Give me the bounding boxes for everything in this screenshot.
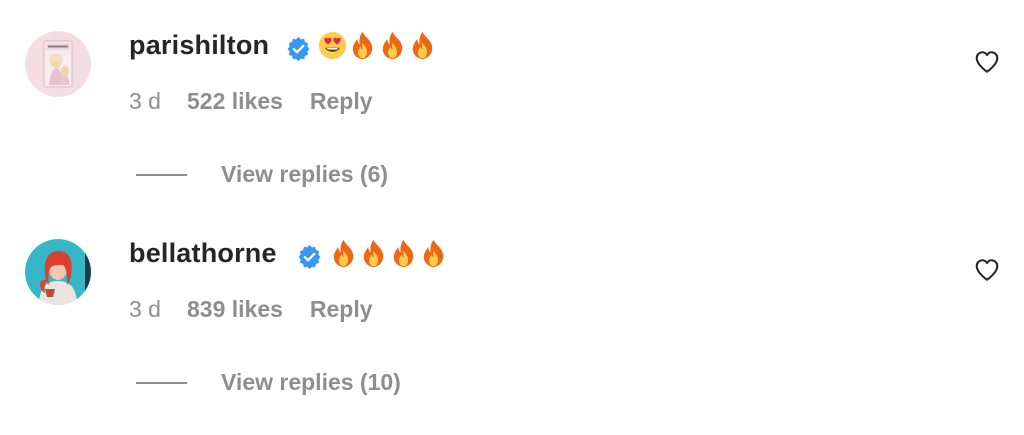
username[interactable]: bellathorne <box>129 238 277 269</box>
comment-text <box>329 239 448 268</box>
reply-button[interactable]: Reply <box>310 88 373 115</box>
smiling-face-with-heart-eyes-icon <box>318 31 347 60</box>
reply-button[interactable]: Reply <box>310 296 373 323</box>
comment-time: 3 d <box>129 88 161 114</box>
fire-icon <box>359 239 388 268</box>
heart-outline-icon[interactable] <box>974 49 1000 75</box>
fire-icon <box>348 31 377 60</box>
fire-icon <box>419 239 448 268</box>
view-replies-button[interactable]: View replies (10) <box>136 369 401 396</box>
fire-icon <box>378 31 407 60</box>
avatar[interactable] <box>25 239 91 305</box>
comment-meta: 3 d 839 likes Reply <box>129 296 373 323</box>
view-replies-label: View replies (6) <box>221 161 389 187</box>
comment-text <box>318 31 437 60</box>
view-replies-label: View replies (10) <box>221 369 401 395</box>
like-count[interactable]: 522 likes <box>187 88 283 115</box>
avatar[interactable] <box>25 31 91 97</box>
comment-item: bellathorne 3 d 839 likes Reply View rep… <box>0 208 1024 408</box>
comment-time: 3 d <box>129 296 161 322</box>
heart-outline-icon[interactable] <box>974 257 1000 283</box>
verified-badge-icon <box>286 36 311 61</box>
fire-icon <box>329 239 358 268</box>
divider-line <box>136 173 187 176</box>
fire-icon <box>389 239 418 268</box>
divider-line <box>136 381 187 384</box>
verified-badge-icon <box>297 244 322 269</box>
fire-icon <box>408 31 437 60</box>
like-count[interactable]: 839 likes <box>187 296 283 323</box>
view-replies-button[interactable]: View replies (6) <box>136 161 388 188</box>
comment-meta: 3 d 522 likes Reply <box>129 88 373 115</box>
username[interactable]: parishilton <box>129 30 269 61</box>
comment-item: parishilton 3 d 522 likes Reply View rep… <box>0 0 1024 200</box>
